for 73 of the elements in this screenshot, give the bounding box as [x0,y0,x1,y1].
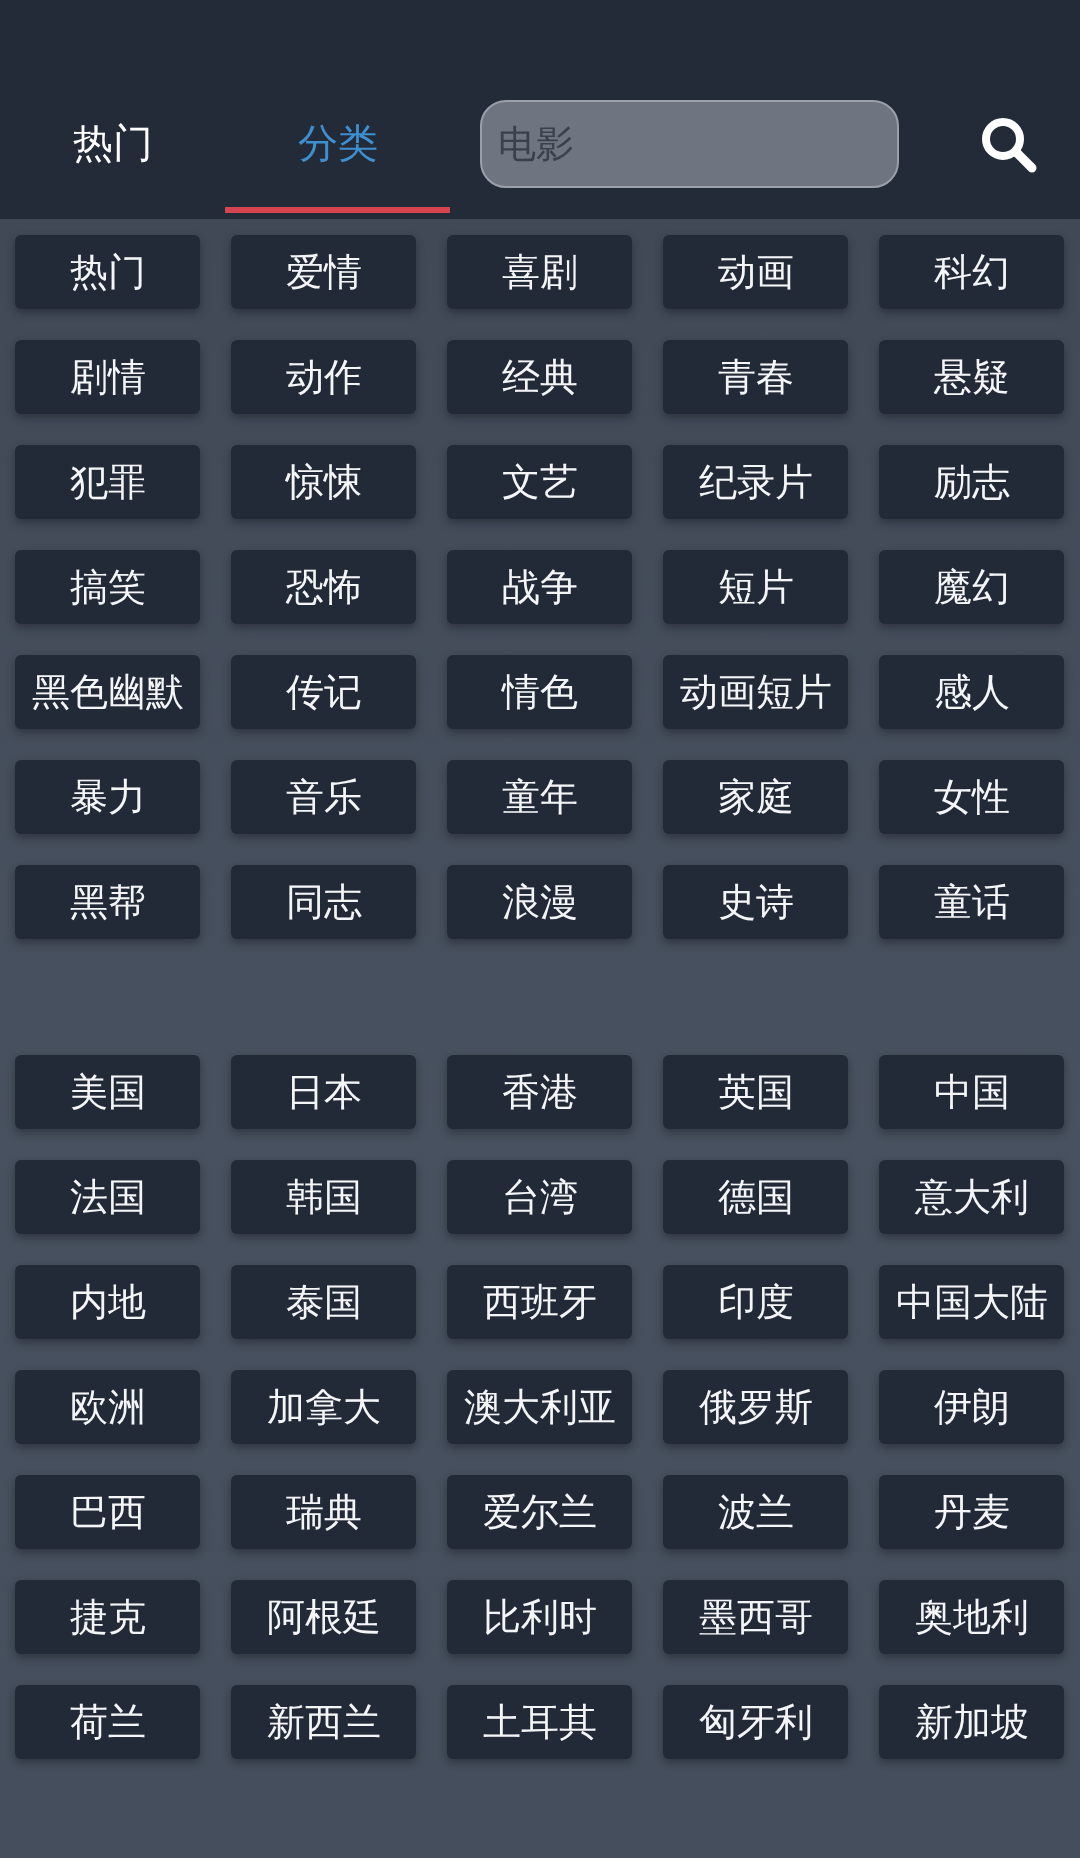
category-button[interactable]: 英国 [663,1055,848,1129]
category-button[interactable]: 剧情 [15,340,200,414]
category-button[interactable]: 短片 [663,550,848,624]
category-button[interactable]: 热门 [15,235,200,309]
category-button[interactable]: 童年 [447,760,632,834]
category-button[interactable]: 战争 [447,550,632,624]
category-button[interactable]: 韩国 [231,1160,416,1234]
category-button[interactable]: 科幻 [879,235,1064,309]
category-button[interactable]: 新加坡 [879,1685,1064,1759]
category-button[interactable]: 经典 [447,340,632,414]
tab[interactable]: 分类 [225,93,450,213]
category-button[interactable]: 励志 [879,445,1064,519]
category-button[interactable]: 爱情 [231,235,416,309]
category-button[interactable]: 巴西 [15,1475,200,1549]
category-button[interactable]: 欧洲 [15,1370,200,1444]
category-button[interactable]: 情色 [447,655,632,729]
category-button[interactable]: 阿根廷 [231,1580,416,1654]
category-button[interactable]: 爱尔兰 [447,1475,632,1549]
category-button[interactable]: 家庭 [663,760,848,834]
category-button[interactable]: 文艺 [447,445,632,519]
category-button[interactable]: 浪漫 [447,865,632,939]
category-button[interactable]: 感人 [879,655,1064,729]
category-button[interactable]: 台湾 [447,1160,632,1234]
category-button[interactable]: 意大利 [879,1160,1064,1234]
category-button[interactable]: 童话 [879,865,1064,939]
category-button[interactable]: 土耳其 [447,1685,632,1759]
category-button[interactable]: 波兰 [663,1475,848,1549]
category-button[interactable]: 匈牙利 [663,1685,848,1759]
category-button[interactable]: 悬疑 [879,340,1064,414]
category-button[interactable]: 纪录片 [663,445,848,519]
category-button[interactable]: 丹麦 [879,1475,1064,1549]
category-button[interactable]: 青春 [663,340,848,414]
category-button[interactable]: 内地 [15,1265,200,1339]
category-button[interactable]: 瑞典 [231,1475,416,1549]
category-button[interactable]: 搞笑 [15,550,200,624]
category-button[interactable]: 日本 [231,1055,416,1129]
category-button[interactable]: 泰国 [231,1265,416,1339]
category-button[interactable]: 中国大陆 [879,1265,1064,1339]
category-button[interactable]: 女性 [879,760,1064,834]
category-button[interactable]: 黑帮 [15,865,200,939]
category-button[interactable]: 墨西哥 [663,1580,848,1654]
search-icon[interactable] [981,117,1037,173]
category-button[interactable]: 中国 [879,1055,1064,1129]
category-button[interactable]: 动作 [231,340,416,414]
category-button[interactable]: 同志 [231,865,416,939]
category-button[interactable]: 印度 [663,1265,848,1339]
category-button[interactable]: 法国 [15,1160,200,1234]
category-button[interactable]: 德国 [663,1160,848,1234]
tab[interactable]: 热门 [0,93,225,213]
category-button[interactable]: 动画短片 [663,655,848,729]
category-button[interactable]: 魔幻 [879,550,1064,624]
category-button[interactable]: 喜剧 [447,235,632,309]
category-button[interactable]: 荷兰 [15,1685,200,1759]
category-button[interactable]: 史诗 [663,865,848,939]
category-button[interactable]: 加拿大 [231,1370,416,1444]
category-button[interactable]: 美国 [15,1055,200,1129]
category-button[interactable]: 澳大利亚 [447,1370,632,1444]
category-button[interactable]: 黑色幽默 [15,655,200,729]
category-button[interactable]: 俄罗斯 [663,1370,848,1444]
category-button[interactable]: 音乐 [231,760,416,834]
category-button[interactable]: 动画 [663,235,848,309]
category-button[interactable]: 比利时 [447,1580,632,1654]
category-button[interactable]: 犯罪 [15,445,200,519]
category-button[interactable]: 惊悚 [231,445,416,519]
category-button[interactable]: 奥地利 [879,1580,1064,1654]
category-button[interactable]: 捷克 [15,1580,200,1654]
category-button[interactable]: 西班牙 [447,1265,632,1339]
category-button[interactable]: 暴力 [15,760,200,834]
category-button[interactable]: 伊朗 [879,1370,1064,1444]
category-button[interactable]: 香港 [447,1055,632,1129]
category-button[interactable]: 新西兰 [231,1685,416,1759]
category-button[interactable]: 传记 [231,655,416,729]
category-button[interactable]: 恐怖 [231,550,416,624]
